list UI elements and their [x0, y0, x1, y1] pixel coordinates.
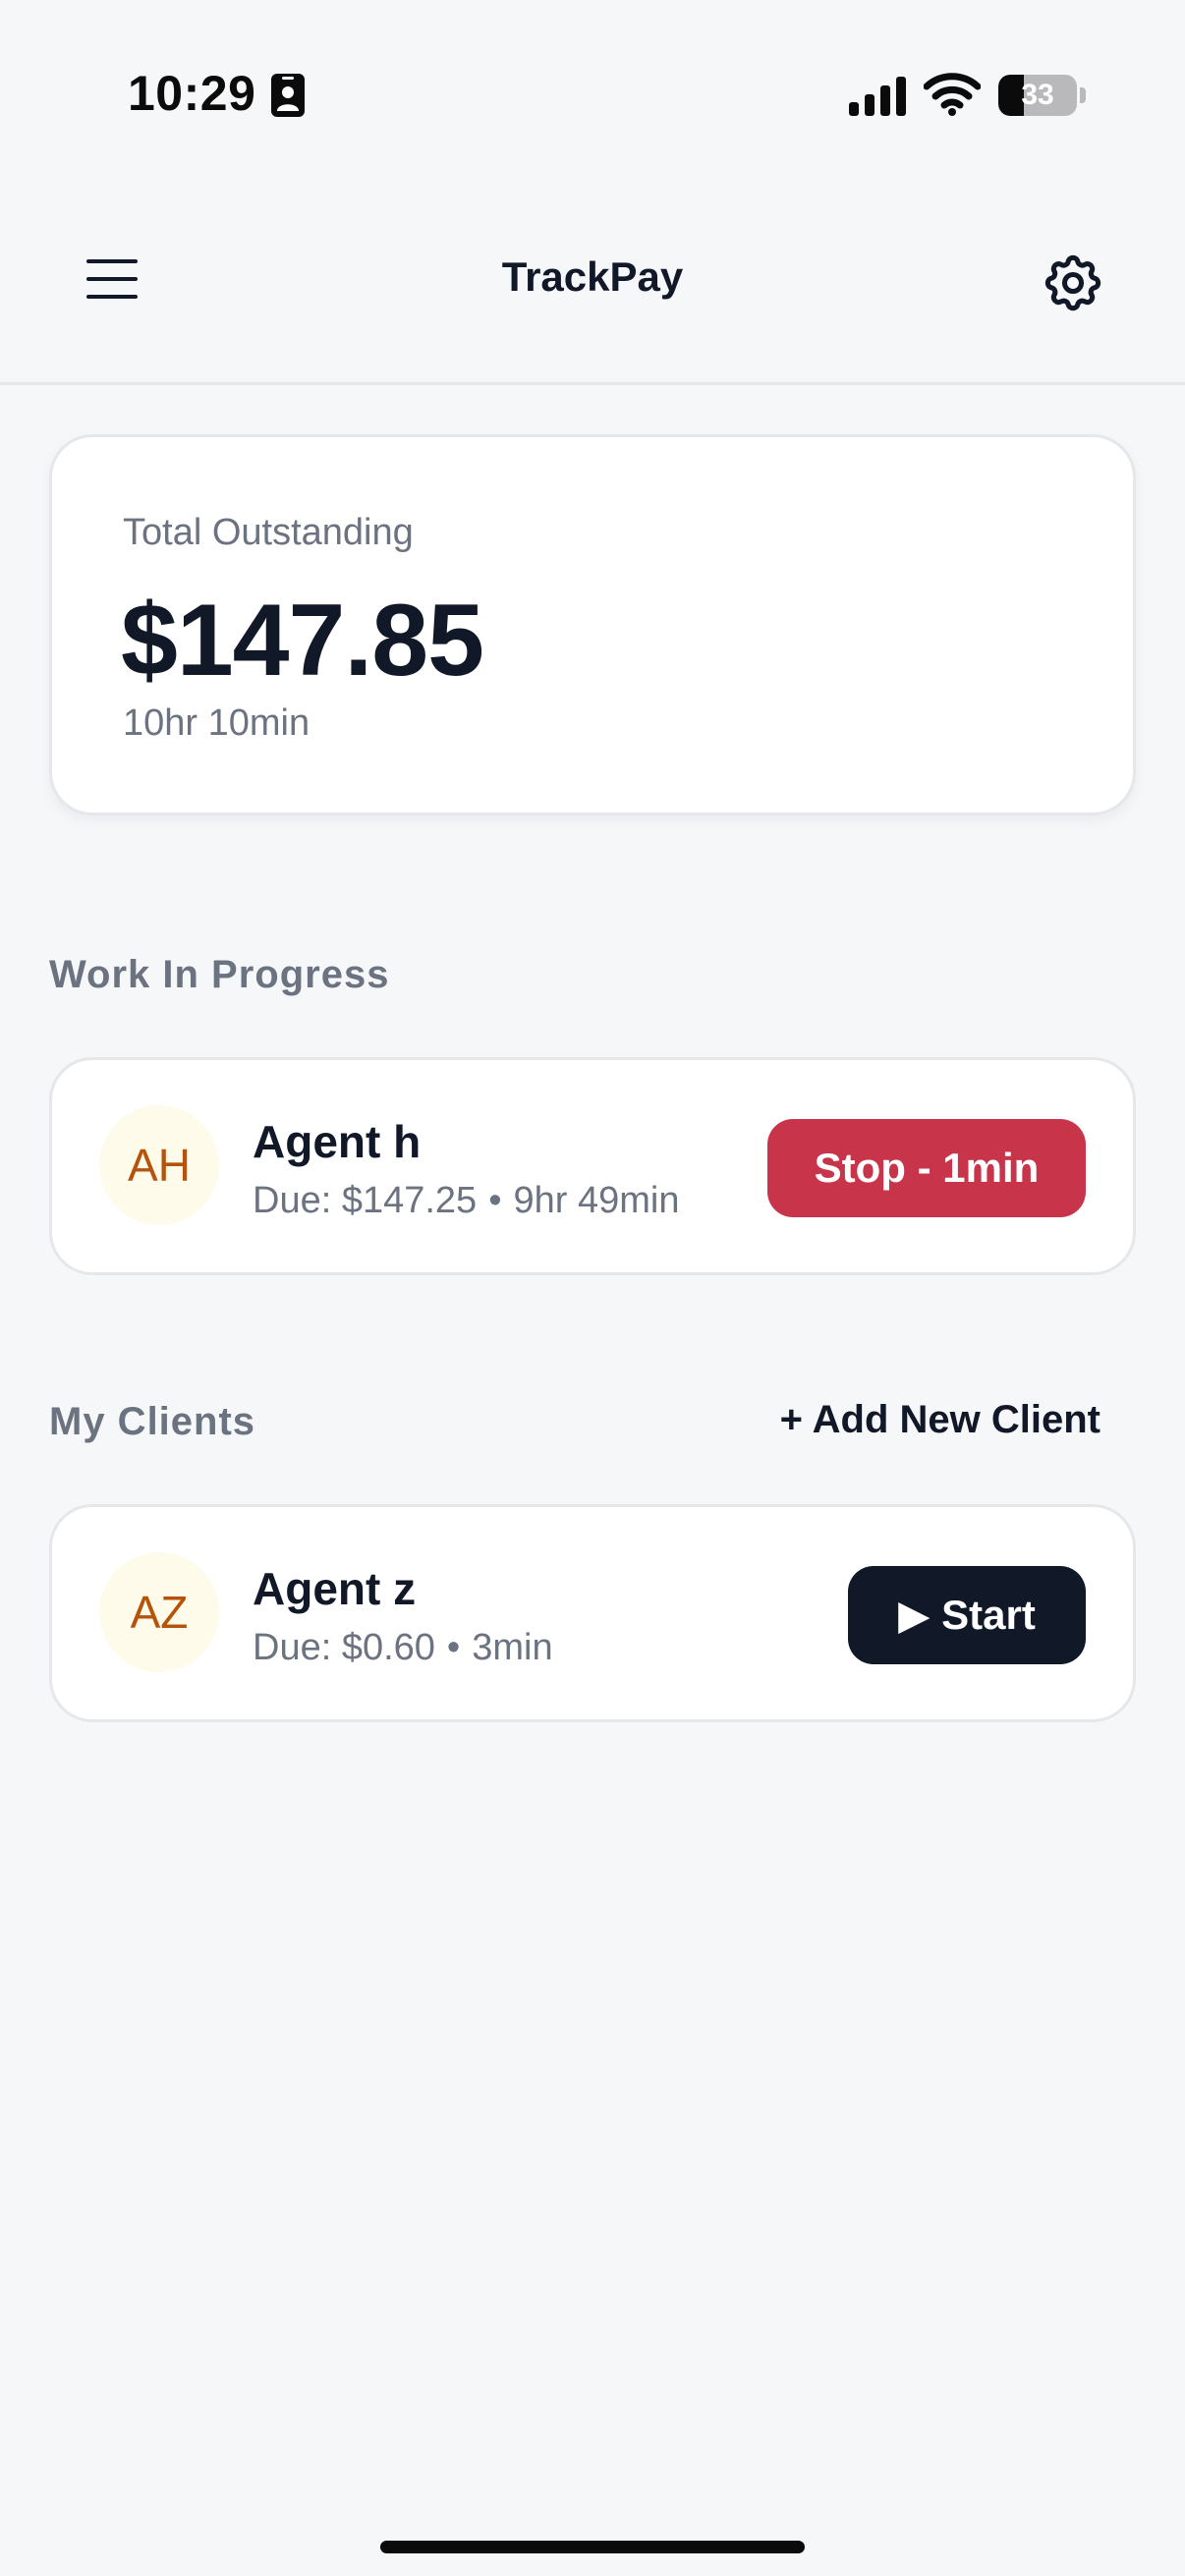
wip-client-card[interactable]: AH Agent h Due: $147.25 • 9hr 49min Stop -…	[49, 1057, 1136, 1275]
gear-icon[interactable]	[1040, 250, 1106, 316]
my-clients-heading: My Clients	[49, 1400, 256, 1443]
signal-icon	[849, 77, 906, 116]
start-timer-button[interactable]: ▶ Start	[848, 1566, 1086, 1664]
client-due: Due: $147.25	[253, 1180, 478, 1221]
client-name: Agent z	[253, 1563, 417, 1614]
total-outstanding-label: Total Outstanding	[123, 512, 414, 553]
avatar: AH	[99, 1105, 219, 1225]
battery-nub	[1080, 87, 1086, 103]
client-due: Due: $0.60	[253, 1627, 435, 1668]
client-meta: Due: $0.60 • 3min	[253, 1627, 553, 1669]
total-outstanding-duration: 10hr 10min	[123, 702, 310, 744]
total-outstanding-amount: $147.85	[121, 584, 484, 698]
client-duration: 9hr 49min	[513, 1180, 680, 1221]
avatar: AZ	[99, 1552, 219, 1672]
status-bar: 10:29 33	[0, 0, 1185, 187]
meta-separator: •	[446, 1627, 461, 1668]
app-header: TrackPay	[0, 187, 1185, 385]
stop-timer-button[interactable]: Stop - 1min	[767, 1119, 1086, 1217]
page-title: TrackPay	[501, 253, 684, 300]
home-indicator[interactable]	[380, 2541, 805, 2553]
client-meta: Due: $147.25 • 9hr 49min	[253, 1180, 679, 1222]
meta-separator: •	[488, 1180, 502, 1221]
work-in-progress-heading: Work In Progress	[49, 953, 390, 996]
total-outstanding-card: Total Outstanding $147.85 10hr 10min	[49, 434, 1136, 815]
add-new-client-button[interactable]: + Add New Client	[780, 1398, 1100, 1442]
client-card[interactable]: AZ Agent z Due: $0.60 • 3min ▶ Start	[49, 1504, 1136, 1722]
client-duration: 3min	[472, 1627, 553, 1668]
battery-icon: 33	[998, 75, 1077, 116]
status-time: 10:29	[128, 66, 256, 121]
id-card-icon	[271, 74, 305, 117]
client-name: Agent h	[253, 1116, 422, 1167]
wifi-icon	[924, 73, 981, 116]
battery-level: 33	[1021, 79, 1054, 111]
